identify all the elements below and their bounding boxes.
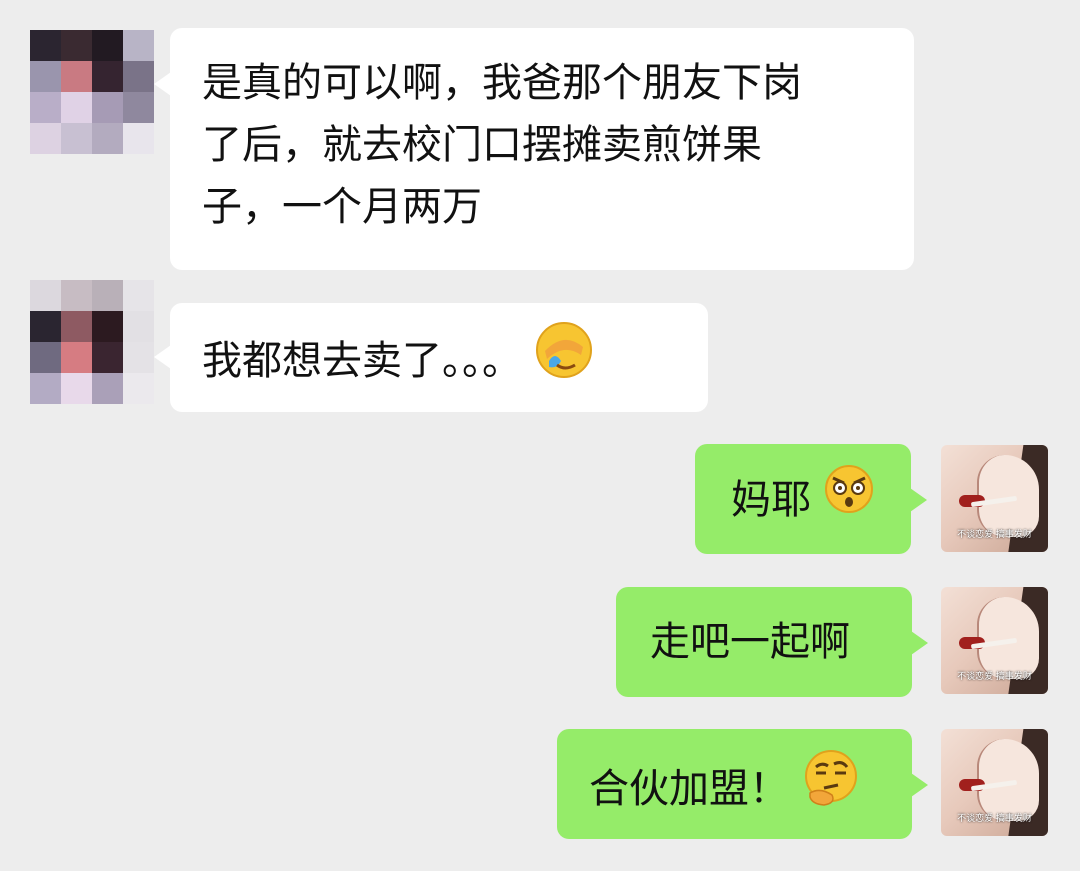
outgoing-message-bubble[interactable]: 妈耶 xyxy=(695,444,927,554)
my-avatar[interactable]: 不谈恋爱 搞事发财 xyxy=(941,587,1048,694)
contact-avatar[interactable] xyxy=(30,30,154,154)
contact-avatar[interactable] xyxy=(30,280,154,404)
outgoing-message-bubble[interactable]: 合伙加盟！ xyxy=(557,729,928,839)
message-text: 合伙加盟！ xyxy=(589,766,789,812)
facepalm-laughing-emoji xyxy=(535,321,593,397)
message-text-line: 子，一个月两万 xyxy=(202,184,482,230)
avatar-caption: 不谈恋爱 搞事发财 xyxy=(957,530,1032,540)
shocked-face-emoji xyxy=(824,464,874,532)
my-avatar[interactable]: 不谈恋爱 搞事发财 xyxy=(941,729,1048,836)
message-text-line: 了后，就去校门口摆摊卖煎饼果 xyxy=(202,122,762,168)
avatar-caption: 不谈恋爱 搞事发财 xyxy=(957,814,1032,824)
message-text: 我都想去卖了。。。 xyxy=(202,338,522,384)
thinking-face-emoji xyxy=(802,749,860,825)
message-text: 妈耶 xyxy=(731,477,811,523)
chat-thread: 是真的可以啊，我爸那个朋友下岗 了后，就去校门口摆摊卖煎饼果 子，一个月两万 我… xyxy=(0,0,1080,871)
incoming-message-bubble[interactable]: 我都想去卖了。。。 xyxy=(154,303,708,412)
avatar-caption: 不谈恋爱 搞事发财 xyxy=(957,672,1032,682)
message-text-line: 是真的可以啊，我爸那个朋友下岗 xyxy=(202,60,802,106)
message-text: 走吧一起啊 xyxy=(650,619,850,665)
incoming-message-bubble[interactable]: 是真的可以啊，我爸那个朋友下岗 了后，就去校门口摆摊卖煎饼果 子，一个月两万 xyxy=(154,28,914,270)
my-avatar[interactable]: 不谈恋爱 搞事发财 xyxy=(941,445,1048,552)
outgoing-message-bubble[interactable]: 走吧一起啊 xyxy=(616,587,928,697)
